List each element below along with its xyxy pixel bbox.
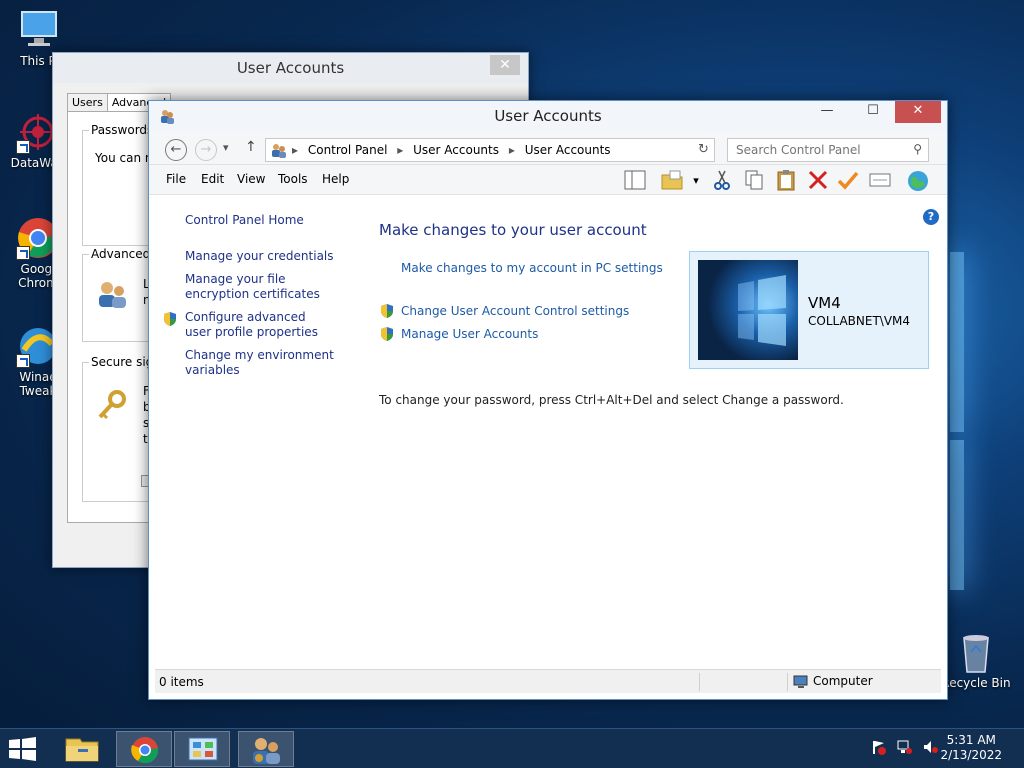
dropdown-icon[interactable]: ▾ [683, 169, 709, 193]
properties-icon[interactable] [867, 169, 893, 193]
shortcut-arrow-icon [16, 140, 30, 154]
system-tray [870, 739, 944, 758]
configure-advanced-profile-link[interactable]: Configure advanced user profile properti… [185, 310, 335, 340]
menu-help[interactable]: Help [322, 172, 349, 186]
uac-settings-link[interactable]: Change User Account Control settings [401, 304, 629, 318]
control-panel-icon [270, 142, 288, 158]
menu-view[interactable]: View [237, 172, 265, 186]
status-divider [699, 673, 700, 691]
desktop-icon-recycle-bin[interactable]: Recycle Bin [938, 630, 1014, 690]
volume-muted-icon[interactable] [922, 739, 938, 755]
folder-options-icon[interactable] [659, 169, 685, 193]
tab-users[interactable]: Users [67, 93, 108, 112]
main-content: ? Make changes to your user account Make… [365, 207, 947, 669]
change-environment-variables-link[interactable]: Change my environment variables [185, 348, 335, 378]
network-icon[interactable] [896, 739, 912, 755]
address-row: ← → ▾ ↑ ▸ Control Panel ▸ User Accounts … [149, 131, 947, 165]
clock-time: 5:31 AM [946, 733, 996, 747]
security-zone: Computer [813, 674, 873, 688]
chrome-icon [131, 737, 159, 764]
search-icon[interactable]: ⚲ [913, 142, 922, 156]
control-panel-icon [188, 737, 218, 761]
search-box[interactable]: ⚲ [727, 138, 929, 162]
search-input[interactable] [728, 139, 898, 161]
recent-locations-dropdown[interactable]: ▾ [223, 141, 229, 154]
computer-icon [16, 8, 60, 52]
dialog-close-button[interactable]: ✕ [490, 55, 520, 75]
copy-icon[interactable] [741, 169, 767, 193]
uac-shield-icon [380, 303, 394, 319]
up-button[interactable]: ↑ [245, 139, 257, 155]
manage-user-accounts-link[interactable]: Manage User Accounts [401, 327, 538, 341]
breadcrumb-user-accounts-current[interactable]: User Accounts [525, 143, 611, 157]
group-title: Passwords [89, 123, 156, 137]
cut-icon[interactable] [709, 169, 735, 193]
uac-shield-icon [163, 311, 177, 327]
taskbar-user-accounts[interactable] [238, 731, 294, 767]
menu-tools[interactable]: Tools [278, 172, 308, 186]
desktop-icon-label: Recycle Bin [941, 676, 1011, 690]
dialog-title: User Accounts [236, 59, 345, 77]
breadcrumb-control-panel[interactable]: Control Panel [308, 143, 388, 157]
manage-credentials-link[interactable]: Manage your credentials [185, 249, 361, 264]
dialog-titlebar[interactable]: User Accounts ✕ [53, 53, 528, 83]
menu-edit[interactable]: Edit [201, 172, 224, 186]
group-title: Advanced [89, 247, 153, 261]
taskbar-file-explorer[interactable] [54, 731, 110, 767]
account-name: VM4 [808, 294, 841, 312]
minimize-button[interactable]: — [813, 101, 841, 123]
start-button[interactable] [8, 737, 38, 761]
shortcut-arrow-icon [16, 246, 30, 260]
status-bar: 0 items Computer [155, 669, 941, 693]
close-button[interactable]: ✕ [895, 101, 941, 123]
taskbar: 5:31 AM 2/13/2022 [0, 728, 1024, 768]
delete-icon[interactable] [805, 169, 831, 193]
recycle-bin-icon [954, 630, 998, 674]
status-divider [787, 673, 788, 691]
menu-file[interactable]: File [166, 172, 186, 186]
account-card[interactable]: VM4 COLLABNET\VM4 [689, 251, 929, 369]
breadcrumb-separator-icon[interactable]: ▸ [509, 143, 515, 157]
taskbar-control-panel[interactable] [174, 731, 230, 767]
checkmark-icon[interactable] [835, 169, 861, 193]
user-accounts-icon [253, 738, 280, 764]
maximize-button[interactable]: ☐ [859, 101, 887, 123]
refresh-button[interactable]: ↻ [693, 138, 715, 162]
clock-date: 2/13/2022 [940, 748, 1002, 762]
uac-shield-icon [380, 326, 394, 342]
breadcrumb-separator-icon[interactable]: ▸ [397, 143, 403, 157]
layout-icon[interactable] [622, 169, 648, 193]
shortcut-arrow-icon [16, 354, 30, 368]
breadcrumb: ▸ Control Panel ▸ User Accounts ▸ User A… [292, 139, 617, 161]
action-center-flag-icon[interactable] [870, 739, 886, 755]
address-bar[interactable]: ▸ Control Panel ▸ User Accounts ▸ User A… [265, 138, 713, 162]
account-domain: COLLABNET\VM4 [808, 314, 911, 328]
control-panel-home-link[interactable]: Control Panel Home [185, 213, 361, 228]
file-explorer-icon [65, 738, 99, 762]
globe-icon[interactable] [905, 169, 931, 193]
menu-bar: File Edit View Tools Help ▾ [149, 165, 947, 195]
forward-button[interactable]: → [195, 139, 217, 161]
left-navigation-pane: Control Panel Home Manage your credentia… [149, 207, 365, 669]
help-icon[interactable]: ? [923, 209, 939, 225]
computer-icon [793, 675, 809, 689]
breadcrumb-separator-icon: ▸ [292, 143, 299, 157]
item-count: 0 items [159, 675, 204, 689]
paste-icon[interactable] [773, 169, 799, 193]
control-panel-window: User Accounts — ☐ ✕ ← → ▾ ↑ ▸ Control Pa… [148, 100, 948, 700]
password-instructions: To change your password, press Ctrl+Alt+… [379, 393, 844, 407]
back-button[interactable]: ← [165, 139, 187, 161]
pc-settings-link[interactable]: Make changes to my account in PC setting… [401, 261, 663, 275]
key-icon [95, 389, 127, 421]
clock[interactable]: 5:31 AM 2/13/2022 [940, 733, 1002, 763]
breadcrumb-user-accounts[interactable]: User Accounts [413, 143, 499, 157]
page-title: Make changes to your user account [379, 221, 647, 239]
taskbar-chrome[interactable] [116, 731, 172, 767]
avatar [698, 260, 798, 360]
users-icon [95, 279, 131, 311]
windows-logo-icon [9, 737, 36, 761]
window-titlebar[interactable]: User Accounts — ☐ ✕ [149, 101, 947, 131]
manage-encryption-certificates-link[interactable]: Manage your file encryption certificates [185, 272, 345, 302]
